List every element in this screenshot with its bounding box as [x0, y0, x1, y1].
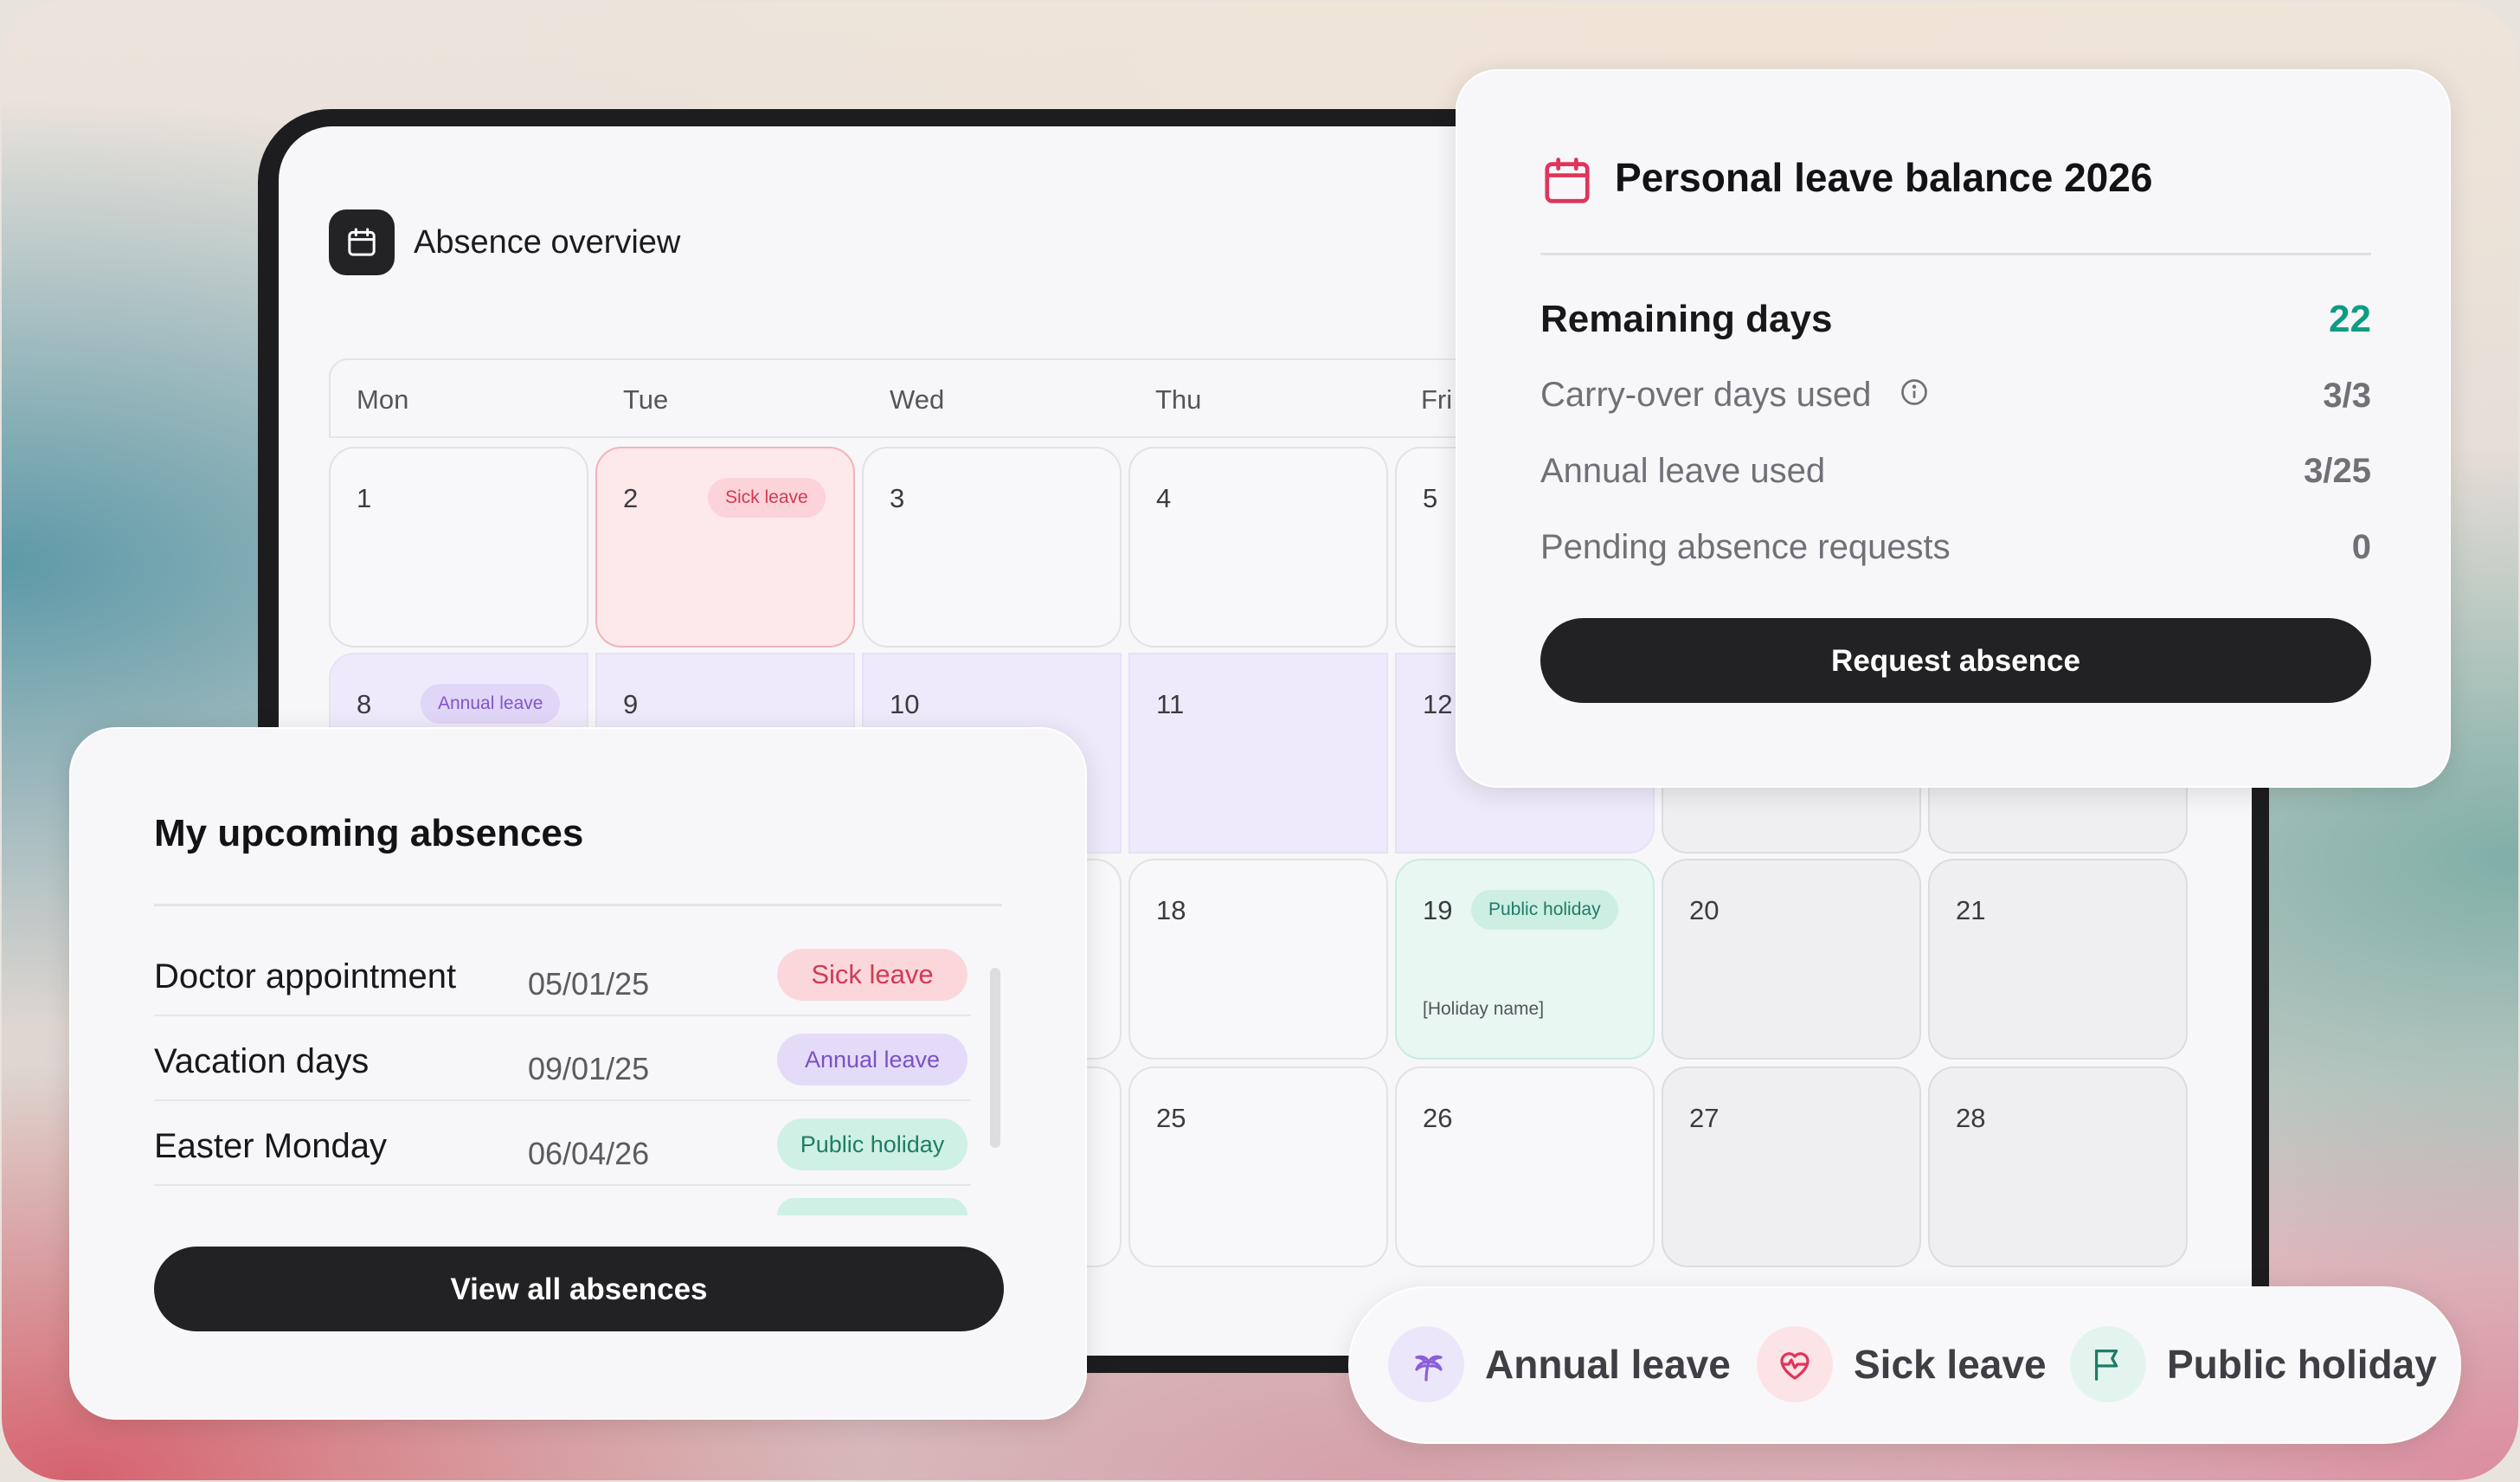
calendar-day-26[interactable]: 26 — [1395, 1066, 1655, 1267]
upcoming-title: My upcoming absences — [154, 812, 584, 854]
calendar-day-3[interactable]: 3 — [862, 447, 1122, 648]
carryover-row: Carry-over days used 3/3 — [1540, 376, 2371, 416]
day-number: 10 — [890, 689, 920, 719]
carryover-label: Carry-over days used — [1540, 376, 1872, 414]
absence-date: 09/01/25 — [528, 1051, 650, 1086]
pending-requests-label: Pending absence requests — [1540, 528, 1951, 566]
scrollbar[interactable] — [990, 968, 1000, 1148]
weekday-thu: Thu — [1155, 384, 1202, 415]
annual-leave-tag: Annual leave — [421, 684, 561, 724]
remaining-days-label: Remaining days — [1540, 298, 1833, 340]
absence-date: 05/01/25 — [528, 966, 650, 1002]
day-number: 18 — [1156, 895, 1186, 925]
legend-annual-leave: Annual leave — [1388, 1326, 1731, 1402]
day-number: 26 — [1423, 1103, 1453, 1133]
heart-pulse-icon — [1757, 1326, 1833, 1402]
calendar-icon — [1540, 152, 1594, 214]
day-number: 28 — [1956, 1103, 1986, 1133]
annual-used-value: 3/25 — [2304, 452, 2371, 490]
legend-sick-leave: Sick leave — [1757, 1326, 2047, 1402]
remaining-days-row: Remaining days 22 — [1540, 298, 2371, 341]
overview-title: Absence overview — [414, 223, 681, 261]
holiday-name: [Holiday name] — [1423, 999, 1545, 1019]
public-holiday-tag: Public holiday — [777, 1118, 968, 1170]
weekday-wed: Wed — [890, 384, 945, 415]
day-number: 3 — [890, 483, 905, 513]
calendar-day-2[interactable]: 2 Sick leave — [595, 447, 855, 648]
legend-holiday-label: Public holiday — [2167, 1342, 2437, 1387]
legend: Annual leave Sick leave Public holiday — [1348, 1286, 2461, 1444]
list-item[interactable]: Doctor appointment 05/01/25 Sick leave — [154, 931, 1019, 1016]
weekday-tue: Tue — [623, 384, 669, 415]
day-number: 21 — [1956, 895, 1986, 925]
legend-sick-label: Sick leave — [1854, 1342, 2047, 1387]
day-number: 4 — [1156, 483, 1172, 513]
view-all-absences-button[interactable]: View all absences — [154, 1247, 1004, 1331]
annual-leave-tag: Annual leave — [777, 1034, 968, 1086]
day-number: 20 — [1689, 895, 1720, 925]
next-item-peek — [777, 1198, 968, 1215]
calendar-day-1[interactable]: 1 — [329, 447, 588, 648]
sick-leave-tag: Sick leave — [777, 949, 968, 1001]
day-number: 1 — [357, 483, 372, 513]
carryover-value: 3/3 — [2323, 377, 2371, 416]
calendar-day-19[interactable]: 19 Public holiday [Holiday name] — [1395, 859, 1655, 1060]
weekday-mon: Mon — [357, 384, 409, 415]
day-number: 11 — [1156, 689, 1185, 719]
absence-date: 06/04/26 — [528, 1136, 650, 1171]
day-number: 2 — [623, 483, 639, 513]
request-absence-button[interactable]: Request absence — [1540, 618, 2371, 703]
divider — [154, 904, 1002, 906]
calendar-day-4[interactable]: 4 — [1128, 447, 1388, 648]
remaining-days-value: 22 — [2329, 298, 2371, 340]
leave-balance-card: Personal leave balance 2026 Remaining da… — [1456, 69, 2451, 788]
divider — [1540, 253, 2371, 255]
pending-requests-row: Pending absence requests 0 — [1540, 528, 2371, 567]
row-divider — [154, 1184, 971, 1186]
day-number: 9 — [623, 689, 639, 719]
balance-title: Personal leave balance 2026 — [1615, 155, 2153, 200]
day-number: 25 — [1156, 1103, 1186, 1133]
calendar-day-27[interactable]: 27 — [1662, 1066, 1921, 1267]
sick-leave-tag: Sick leave — [708, 478, 826, 518]
absence-name: Doctor appointment — [154, 957, 457, 996]
info-icon[interactable] — [1899, 377, 1930, 416]
palm-tree-icon — [1388, 1326, 1464, 1402]
list-item[interactable]: Easter Monday 06/04/26 Public holiday — [154, 1101, 1019, 1186]
calendar-day-28[interactable]: 28 — [1928, 1066, 2188, 1267]
day-number: 19 — [1423, 895, 1453, 925]
pending-requests-value: 0 — [2351, 528, 2371, 566]
weekday-fri: Fri — [1421, 384, 1453, 415]
calendar-day-18[interactable]: 18 — [1128, 859, 1388, 1060]
calendar-day-21[interactable]: 21 — [1928, 859, 2188, 1060]
flag-icon — [2070, 1326, 2146, 1402]
annual-used-label: Annual leave used — [1540, 452, 1826, 490]
day-number: 12 — [1423, 689, 1453, 719]
calendar-day-25[interactable]: 25 — [1128, 1066, 1388, 1267]
day-number: 5 — [1423, 483, 1438, 513]
calendar-weekday-header: Mon Tue Wed Thu Fri — [329, 358, 1613, 438]
annual-used-row: Annual leave used 3/25 — [1540, 452, 2371, 491]
upcoming-absences-card: My upcoming absences Doctor appointment … — [69, 727, 1087, 1420]
absence-name: Easter Monday — [154, 1127, 388, 1165]
public-holiday-tag: Public holiday — [1471, 890, 1618, 930]
legend-annual-label: Annual leave — [1485, 1342, 1731, 1387]
list-item[interactable]: Vacation days 09/01/25 Annual leave — [154, 1016, 1019, 1101]
calendar-day-20[interactable]: 20 — [1662, 859, 1921, 1060]
absence-name: Vacation days — [154, 1042, 370, 1080]
calendar-icon — [329, 209, 395, 275]
overview-header: Absence overview — [329, 209, 680, 275]
legend-public-holiday: Public holiday — [2070, 1326, 2437, 1402]
day-number: 27 — [1689, 1103, 1720, 1133]
day-number: 8 — [357, 689, 372, 719]
calendar-day-11[interactable]: 11 — [1128, 653, 1388, 854]
